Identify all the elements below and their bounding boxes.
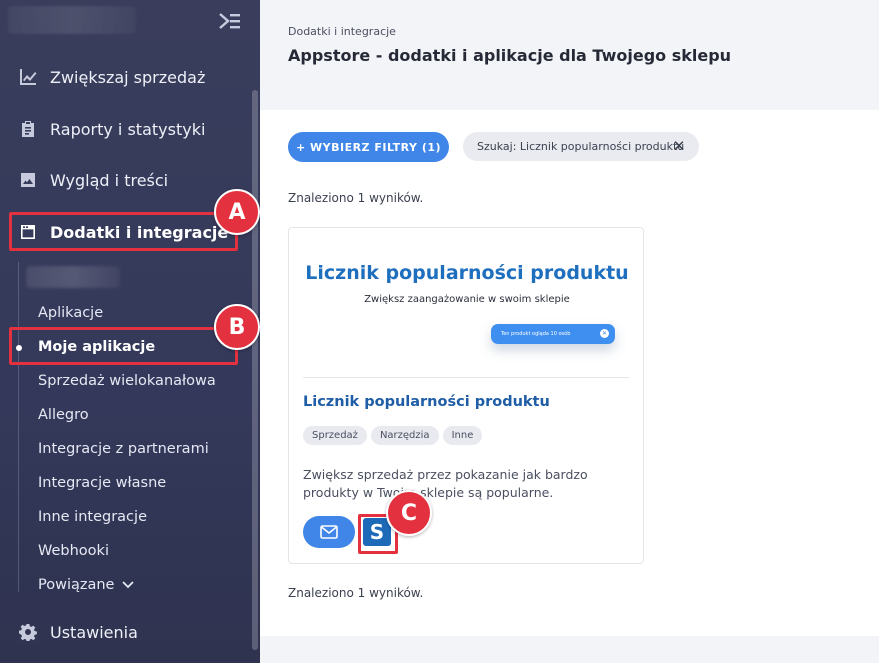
footer-strip	[260, 636, 879, 663]
image-icon	[18, 170, 38, 190]
breadcrumb[interactable]: Dodatki i integracje	[288, 25, 396, 38]
sidebar-item-related[interactable]: Powiązane	[38, 571, 135, 599]
nav-item-settings[interactable]: Ustawienia	[0, 612, 250, 652]
tag[interactable]: Sprzedaż	[303, 426, 367, 445]
banner-subtitle: Zwiększ zaangażowanie w swoim sklepie	[364, 294, 570, 305]
main-content: + WYBIERZ FILTRY (1) Szukaj: Licznik pop…	[260, 110, 879, 636]
related-label: Powiązane	[38, 577, 115, 593]
banner-popularity-pill: Ten produkt ogląda 10 osób ✕	[491, 324, 615, 344]
annotation-badge-a: A	[214, 189, 260, 235]
sidebar-item-other-integrations[interactable]: Inne integracje	[38, 503, 147, 531]
sidebar-item-own-integrations[interactable]: Integracje własne	[38, 469, 166, 497]
tag[interactable]: Narzędzia	[370, 426, 439, 445]
nav-item-sales[interactable]: Zwiększaj sprzedaż	[0, 57, 250, 97]
sidebar-item-allegro[interactable]: Allegro	[38, 401, 89, 429]
pill-close-icon: ✕	[600, 329, 609, 338]
tag[interactable]: Inne	[442, 426, 483, 445]
sidebar-item-partners[interactable]: Integracje z partnerami	[38, 435, 209, 463]
nav-item-appearance[interactable]: Wygląd i treści	[0, 160, 250, 200]
annotation-badge-b: B	[214, 304, 260, 350]
annotation-box-b	[9, 327, 238, 365]
choose-filters-button[interactable]: + WYBIERZ FILTRY (1)	[288, 132, 449, 162]
close-icon[interactable]: ✕	[671, 138, 687, 154]
sidebar-item-apps[interactable]: Aplikacje	[38, 299, 103, 327]
nav-label: Ustawienia	[50, 622, 138, 642]
results-count-bottom: Znaleziono 1 wyników.	[288, 586, 424, 600]
clipboard-icon	[18, 119, 38, 139]
banner-title: Licznik popularności produktu	[305, 262, 629, 284]
submenu-guide-line	[18, 262, 19, 592]
chevron-down-icon	[122, 581, 135, 589]
annotation-badge-c: C	[386, 490, 432, 536]
sidebar-scrollbar[interactable]	[252, 90, 258, 650]
nav-item-reports[interactable]: Raporty i statystyki	[0, 109, 250, 149]
app-card[interactable]: Licznik popularności produktu Zwiększ za…	[288, 227, 644, 564]
nav-label: Zwiększaj sprzedaż	[50, 67, 206, 87]
app-title[interactable]: Licznik popularności produktu	[303, 394, 550, 410]
contact-button[interactable]	[303, 516, 355, 548]
submenu-header-blurred	[26, 266, 120, 288]
nav-label: Raporty i statystyki	[50, 119, 206, 139]
sidebar-item-webhooks[interactable]: Webhooki	[38, 537, 109, 565]
collapse-sidebar-icon[interactable]	[216, 10, 242, 32]
gear-icon	[18, 622, 38, 642]
nav-label: Wygląd i treści	[50, 170, 169, 190]
search-filter-chip[interactable]: Szukaj: Licznik popularności produktu ✕	[463, 132, 699, 161]
search-chip-label: Szukaj: Licznik popularności produktu	[477, 140, 685, 153]
annotation-box-a	[9, 212, 238, 251]
chart-line-icon	[18, 67, 38, 87]
page-title: Appstore - dodatki i aplikacje dla Twoje…	[288, 46, 732, 65]
page-header: Dodatki i integracje Appstore - dodatki …	[260, 0, 879, 110]
shop-logo-blurred	[8, 6, 136, 34]
card-divider	[303, 377, 629, 378]
results-count-top: Znaleziono 1 wyników.	[288, 191, 424, 205]
app-description: Zwiększ sprzedaż przez pokazanie jak bar…	[303, 467, 588, 500]
app-tags: Sprzedaż Narzędzia Inne	[303, 426, 483, 445]
banner-pill-text: Ten produkt ogląda 10 osób	[501, 331, 571, 337]
sidebar-item-multichannel[interactable]: Sprzedaż wielokanałowa	[38, 367, 216, 395]
envelope-icon	[320, 525, 338, 539]
